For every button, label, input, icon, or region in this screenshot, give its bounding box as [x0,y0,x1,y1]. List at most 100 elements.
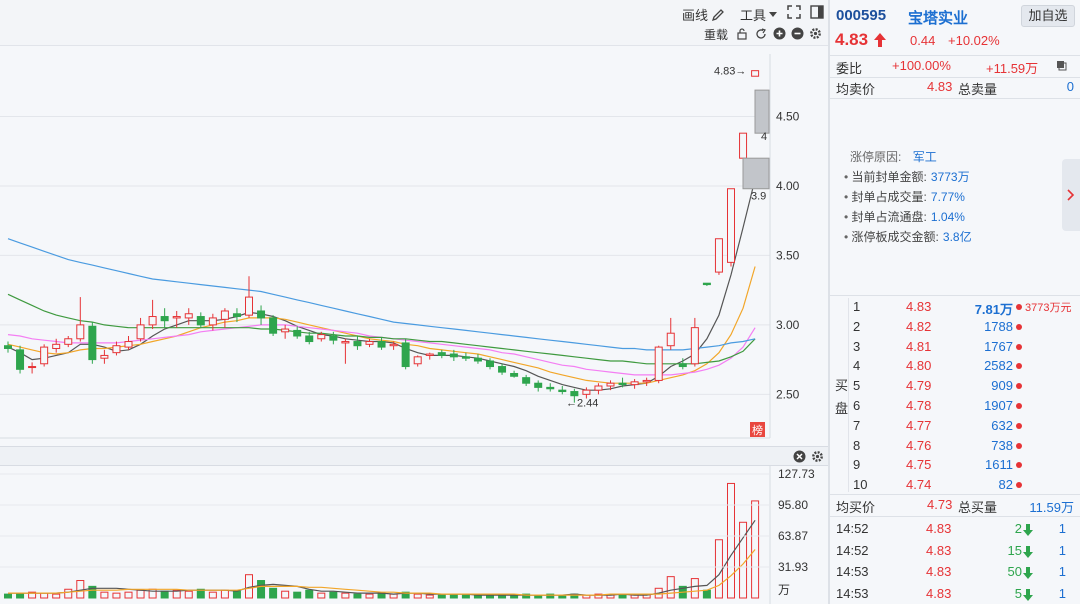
candle-body [486,360,494,368]
draw-line-button[interactable]: 画线 [682,5,725,24]
candle-body [606,382,615,387]
candle-body [449,353,458,358]
candle-body [196,316,205,326]
tools-menu-button[interactable]: 工具 [740,5,778,24]
candle-body [4,345,12,349]
volume-bar [281,590,290,599]
panel-toggle-icon[interactable] [810,5,824,19]
candle-body [100,354,109,359]
settings-gear-icon[interactable] [809,27,822,40]
zoom-in-icon[interactable] [773,27,786,40]
volume-tick-label: 63.87 [778,529,808,543]
limit-reason-value[interactable]: 军工 [913,150,937,164]
candle-body [184,313,193,319]
tick-price: 4.83 [926,542,952,558]
buy-book-row[interactable]: 9 4.75 1611 [830,455,1080,475]
order-dot-icon [1016,363,1022,370]
lock-icon[interactable] [736,28,748,40]
candle-body [582,389,591,395]
reload-button[interactable]: 重载 [704,26,728,43]
wei-bi-pct: +100.00% [892,58,951,73]
refresh-icon[interactable] [755,28,767,40]
candle-body [690,327,699,365]
down-arrow-icon [1023,545,1033,558]
tick-volume: 5 [1014,585,1022,601]
candle-body [437,352,446,356]
candle-body [546,386,555,390]
moving-average-lines [7,178,756,391]
candle-body [281,328,290,333]
buy-book-row[interactable]: 6 4.78 1907 [830,396,1080,416]
volume-bar [413,593,422,599]
buy-book-row[interactable]: 4 4.80 2582 [830,356,1080,376]
buy-level: 7 [853,417,861,433]
bullet-icon: • [844,190,852,204]
candle-body [28,366,37,369]
buy-volume: 2582 [984,358,1013,374]
buy-book-row[interactable]: 5 4.79 909 [830,376,1080,396]
buy-book-row[interactable]: 3 4.81 1767 [830,337,1080,357]
volume-settings-gear-icon[interactable] [811,450,824,463]
volume-bar [100,591,109,599]
buy-volume: 1767 [984,338,1013,354]
buy-book-row[interactable]: 10 4.74 82 [830,475,1080,495]
candle-body [473,357,482,362]
expand-side-tab[interactable] [1062,159,1080,231]
avg-buy-row: 均买价 4.73 总买量 11.59万 [830,497,1080,515]
volume-tick-label: 31.93 [778,560,808,574]
volume-bar [40,592,49,599]
volume-bar [353,593,362,599]
buy-book-row[interactable]: 1 4.83 7.81万 3773万元 [830,297,1080,317]
buy-volume: 1611 [985,457,1013,473]
tick-count: 1 [1058,521,1066,536]
tick-price: 4.83 [926,564,952,579]
add-watchlist-button[interactable]: 加自选 [1021,5,1075,27]
candle-body [678,363,687,368]
stock-name[interactable]: 宝塔实业 [908,7,968,28]
volume-bar [136,589,145,599]
candle-body [594,385,603,391]
wei-cha-value: +11.59万 [986,61,1039,76]
volume-bar [293,591,302,599]
candle-body [76,324,85,340]
price-ma-line [7,293,756,365]
chevron-right-icon [1067,189,1075,201]
order-dot-icon [1016,343,1022,350]
candle-body [461,356,470,359]
volume-bar [257,580,266,599]
limit-info-label: 封单占流通盘: [851,210,927,224]
zoom-out-icon[interactable] [791,27,804,40]
candle-body [751,70,760,77]
volume-bar [16,592,25,599]
candle-body [257,310,266,319]
buy-book-row[interactable]: 2 4.82 1788 [830,317,1080,337]
avg-sell-row: 均卖价 4.83 总卖量 0 [830,79,1080,97]
gap-fill-lower [742,157,770,190]
price-chart[interactable]: 4.50 4.00 3.50 3.00 2.50 4.83→ 4 3.9 ←2.44 榜 127… [0,46,828,604]
candle-body [401,342,410,368]
fullscreen-icon[interactable] [787,5,801,19]
total-buy-value: 11.59万 [1029,500,1074,515]
candle-body [570,391,579,397]
price-tick-label: 2.50 [776,387,800,401]
volume-bar [124,591,133,599]
tick-volume: 15 [1007,542,1022,558]
buy-book-row[interactable]: 8 4.76 738 [830,436,1080,456]
price-tick-label: 3.50 [776,248,800,262]
tick-count: 1 [1058,542,1066,558]
draw-line-label: 画线 [682,8,709,23]
candle-body [40,346,49,365]
buy-level: 3 [853,338,861,354]
volume-unit-label: 万 [778,583,790,597]
close-panel-icon[interactable] [793,450,806,463]
buy-book-row[interactable]: 7 4.77 632 [830,416,1080,436]
candle-body [630,381,639,386]
candle-body [389,343,398,347]
candle-body [739,132,748,159]
divider [830,494,1080,495]
buy-volume: 1788 [984,318,1013,334]
volume-bar [727,482,735,599]
copy-icon[interactable] [1056,60,1067,71]
buy-price: 4.77 [906,417,932,433]
divider [830,77,1080,78]
